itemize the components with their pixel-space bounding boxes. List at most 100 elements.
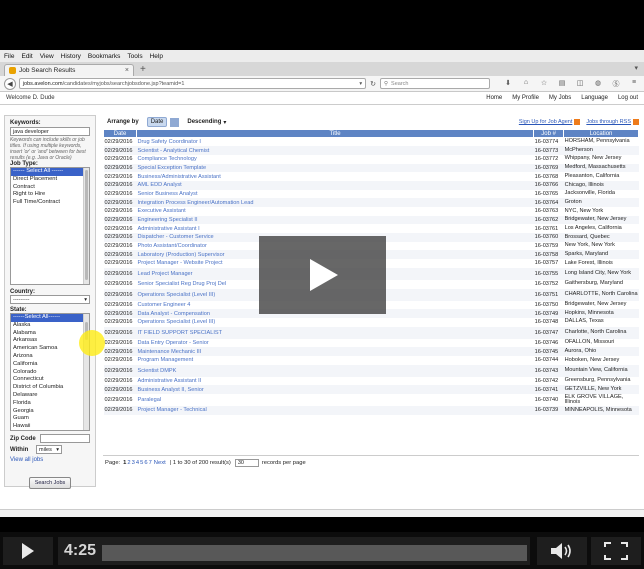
job-agent-link[interactable]: Sign Up for Job Agent bbox=[519, 119, 573, 125]
sync-icon[interactable]: ◍ bbox=[592, 79, 604, 89]
volume-button[interactable] bbox=[537, 537, 587, 565]
row-job-title-link[interactable]: Business Analyst II, Senior bbox=[136, 385, 534, 394]
play-button-overlay[interactable] bbox=[259, 236, 386, 314]
row-job-title-link[interactable]: Administrative Assistant II bbox=[136, 377, 533, 386]
row-job-title-link[interactable]: Paralegal bbox=[136, 394, 533, 406]
job-type-option[interactable]: Full Time/Contract bbox=[11, 199, 89, 207]
menu-bookmarks[interactable]: Bookmarks bbox=[88, 53, 121, 60]
state-option[interactable]: American Samoa bbox=[11, 345, 89, 353]
search-jobs-button[interactable]: Search Jobs bbox=[28, 477, 72, 489]
pocket-icon[interactable]: ◫ bbox=[574, 79, 586, 89]
menu-tools[interactable]: Tools bbox=[127, 53, 142, 60]
state-option[interactable]: Delaware bbox=[11, 392, 89, 400]
table-row[interactable]: 02/29/2016 Senior Business Analyst 16-0376… bbox=[104, 190, 639, 199]
rss-link[interactable]: Jobs through RSS bbox=[586, 119, 631, 125]
page-link[interactable]: 6 bbox=[144, 460, 147, 466]
arrange-field-select[interactable]: Date bbox=[146, 117, 168, 127]
row-job-title-link[interactable]: Scientist - Analytical Chemist bbox=[136, 146, 534, 155]
column-header-location[interactable]: Location bbox=[563, 129, 639, 138]
table-row[interactable]: 02/29/2016 Scientist DMPK 16-03743 Mountain… bbox=[103, 364, 639, 377]
row-job-title-link[interactable]: AML EDD Analyst bbox=[136, 180, 534, 190]
job-type-option[interactable]: Right to Hire bbox=[11, 191, 89, 199]
url-bar[interactable]: jobs.avelon.com/candidates/myjobs/search… bbox=[18, 78, 367, 89]
table-row[interactable]: 02/29/2016 Engineering Specialist II 16-03… bbox=[103, 215, 639, 225]
back-icon[interactable]: ◀ bbox=[4, 77, 16, 90]
per-page-select[interactable]: 30 bbox=[234, 458, 259, 467]
row-job-title-link[interactable]: Operations Specialist (Level III) bbox=[136, 318, 533, 327]
row-job-title-link[interactable]: Senior Business Analyst bbox=[136, 190, 533, 199]
state-option[interactable]: District of Columbia bbox=[11, 384, 89, 392]
row-job-title-link[interactable]: Data Entry Operator - Senior bbox=[136, 339, 533, 348]
menu-help[interactable]: Help bbox=[150, 53, 163, 60]
table-row[interactable]: 02/29/2016 Special Exception Template 16-0… bbox=[103, 163, 639, 173]
state-option[interactable]: California bbox=[11, 361, 89, 369]
table-row[interactable]: 02/29/2016 Compliance Technology 16-03772 W… bbox=[104, 155, 639, 164]
row-job-title-link[interactable]: Compliance Technology bbox=[136, 155, 533, 164]
play-button[interactable] bbox=[3, 537, 53, 565]
tab-job-search-results[interactable]: Job Search Results × bbox=[4, 64, 134, 76]
row-job-title-link[interactable]: Integration Process Engineer/Automation … bbox=[136, 198, 534, 207]
column-header-title[interactable]: Title bbox=[135, 129, 535, 138]
state-option[interactable]: Colorado bbox=[11, 369, 89, 377]
state-option[interactable]: Alabama bbox=[11, 330, 89, 338]
skype-icon[interactable]: Ⓢ bbox=[610, 79, 622, 89]
url-dropdown-icon[interactable]: ▾ bbox=[359, 81, 362, 87]
table-row[interactable]: 02/29/2016 Scientist - Analytical Chemist… bbox=[103, 146, 639, 155]
seek-bar[interactable]: 4:25 bbox=[58, 537, 530, 565]
row-job-title-link[interactable]: Engineering Specialist II bbox=[136, 215, 534, 225]
table-row[interactable]: 02/29/2016 Project Manager - Technical 16-… bbox=[103, 406, 639, 415]
job-type-option[interactable]: ------ Select All ------ bbox=[11, 168, 89, 176]
table-row[interactable]: 02/29/2016 Business/Administrative Assist… bbox=[104, 172, 639, 181]
nav-log-out[interactable]: Log out bbox=[618, 95, 638, 101]
reload-icon[interactable]: ↻ bbox=[370, 80, 376, 88]
view-all-jobs-link[interactable]: View all jobs bbox=[10, 457, 90, 463]
table-row[interactable]: 02/29/2016 IT FIELD SUPPORT SPECIALIST 16-… bbox=[103, 326, 639, 339]
page-link[interactable]: 5 bbox=[140, 460, 143, 466]
row-job-title-link[interactable]: Special Exception Template bbox=[136, 163, 534, 173]
state-option[interactable]: Guam bbox=[11, 415, 89, 423]
table-row[interactable]: 02/29/2016 Paralegal 16-03740 ELK GROVE VIL… bbox=[104, 394, 639, 406]
menu-file[interactable]: File bbox=[4, 53, 14, 60]
state-option[interactable]: Georgia bbox=[11, 408, 89, 416]
table-row[interactable]: 02/29/2016 AML EDD Analyst 16-03766 Chicago… bbox=[103, 180, 639, 190]
nav-my-jobs[interactable]: My Jobs bbox=[549, 95, 571, 101]
chevron-down-icon[interactable] bbox=[170, 117, 180, 127]
state-option[interactable]: Hawaii bbox=[11, 423, 89, 430]
menu-edit[interactable]: Edit bbox=[21, 53, 32, 60]
menu-view[interactable]: View bbox=[40, 53, 54, 60]
fullscreen-button[interactable] bbox=[591, 537, 641, 565]
arrange-order-select[interactable]: Descending bbox=[187, 119, 221, 125]
table-row[interactable]: 02/29/2016 Drug Safety Coordinator I 16-03… bbox=[104, 138, 639, 147]
home-icon[interactable]: ⌂ bbox=[520, 79, 532, 89]
state-option[interactable]: Connecticut bbox=[11, 376, 89, 384]
state-option[interactable]: Arkansas bbox=[11, 337, 89, 345]
nav-my-profile[interactable]: My Profile bbox=[512, 95, 539, 101]
table-row[interactable]: 02/29/2016 Integration Process Engineer/A… bbox=[103, 198, 639, 207]
page-link[interactable]: 7 bbox=[149, 460, 152, 466]
tab-list-icon[interactable]: ▾ bbox=[634, 64, 638, 72]
row-job-title-link[interactable]: IT FIELD SUPPORT SPECIALIST bbox=[136, 326, 534, 339]
job-type-scrollbar[interactable] bbox=[83, 168, 89, 284]
state-option[interactable]: Arizona bbox=[11, 353, 89, 361]
row-job-title-link[interactable]: Drug Safety Coordinator I bbox=[136, 138, 533, 147]
table-row[interactable]: 02/29/2016 Operations Specialist (Level I… bbox=[104, 318, 639, 327]
state-option[interactable]: ------Select All------ bbox=[11, 314, 89, 322]
download-icon[interactable]: ⬇ bbox=[502, 79, 514, 89]
table-row[interactable]: 02/29/2016 Data Entry Operator - Senior 16… bbox=[104, 339, 639, 348]
within-select[interactable]: miles ▾ bbox=[36, 445, 62, 454]
keywords-input[interactable]: java developer bbox=[10, 127, 90, 136]
job-type-listbox[interactable]: ------ Select All ------ Direct Placement… bbox=[10, 167, 90, 285]
bookmark-star-icon[interactable]: ☆ bbox=[538, 79, 550, 89]
column-header-job-number[interactable]: Job # bbox=[533, 129, 565, 138]
menu-history[interactable]: History bbox=[61, 53, 81, 60]
state-option[interactable]: Florida bbox=[11, 400, 89, 408]
table-row[interactable]: 02/29/2016 Business Analyst II, Senior 16-… bbox=[103, 385, 639, 394]
progress-track[interactable] bbox=[102, 545, 527, 561]
job-type-option[interactable]: Direct Placement bbox=[11, 176, 89, 184]
state-option[interactable]: Alaska bbox=[11, 322, 89, 330]
close-tab-icon[interactable]: × bbox=[125, 67, 129, 74]
nav-home[interactable]: Home bbox=[486, 95, 502, 101]
job-type-option[interactable]: Contract bbox=[11, 184, 89, 192]
table-row[interactable]: 02/29/2016 Executive Assistant 16-03763 NYC… bbox=[104, 207, 639, 216]
row-job-title-link[interactable]: Project Manager - Technical bbox=[136, 406, 534, 415]
